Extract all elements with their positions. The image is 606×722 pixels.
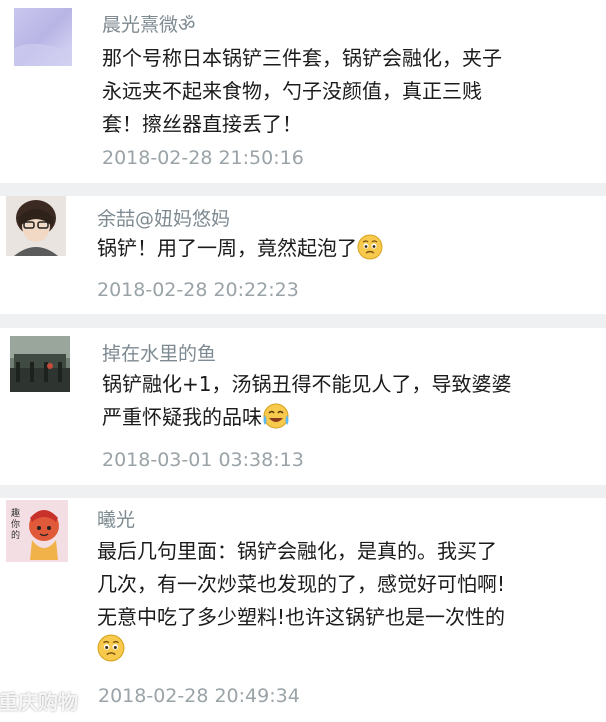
worried-face-emoji-icon <box>97 634 125 672</box>
comment-line: 无意中吃了多少塑料!也许这锅铲也是一次性的 <box>97 605 506 629</box>
comment-timestamp: 2018-02-28 20:49:34 <box>98 685 300 707</box>
avatar-image <box>6 196 66 256</box>
comment-line: 永远夹不起来食物，勺子没颜值，真正三贱 <box>102 79 482 103</box>
comment-card: 趣 你 的 曦光 最后几句里面：锅铲会融化，是真的。我买了 几次，有一次炒菜也发… <box>0 498 606 722</box>
avatar-image: 趣 你 的 <box>6 500 68 562</box>
comment-line: 最后几句里面：锅铲会融化，是真的。我买了 <box>97 539 497 563</box>
separator <box>0 183 606 196</box>
comment-line: 几次，有一次炒菜也发现的了，感觉好可怕啊! <box>97 572 506 596</box>
avatar[interactable]: 趣 你 的 <box>6 500 68 562</box>
comment-card: 余喆@妞妈悠妈 锅铲！用了一周，竟然起泡了 2018-02-28 20:22:2… <box>0 196 606 314</box>
comment-line: 那个号称日本锅铲三件套，锅铲会融化，夹子 <box>102 46 502 70</box>
watermark: 重庆购物 <box>0 690 78 714</box>
comment-line: 锅铲融化+1，汤锅丑得不能见人了，导致婆婆 <box>102 372 512 396</box>
worried-face-emoji-icon <box>357 234 383 270</box>
comment-line <box>97 634 505 672</box>
avatar[interactable] <box>6 196 66 256</box>
comment-username[interactable]: 掉在水里的鱼 <box>102 339 216 366</box>
svg-text:的: 的 <box>11 529 20 541</box>
comment-line: 套！擦丝器直接丢了！ <box>102 112 302 136</box>
separator <box>0 314 606 328</box>
svg-text:趣: 趣 <box>11 507 20 519</box>
separator <box>0 485 606 498</box>
comment-text: 锅铲！用了一周，竟然起泡了 <box>97 232 383 270</box>
avatar-image <box>10 336 70 392</box>
comment-username[interactable]: 晨光熹微ॐ <box>102 10 195 37</box>
avatar[interactable] <box>10 336 70 392</box>
comment-text: 那个号称日本锅铲三件套，锅铲会融化，夹子 永远夹不起来食物，勺子没颜值，真正三贱… <box>102 42 502 141</box>
avatar-image <box>14 8 72 66</box>
comment-card: 晨光熹微ॐ 那个号称日本锅铲三件套，锅铲会融化，夹子 永远夹不起来食物，勺子没颜… <box>0 0 606 183</box>
comment-line-text: 严重怀疑我的品味 <box>102 405 262 429</box>
comment-line: 严重怀疑我的品味 <box>102 401 511 439</box>
comment-username[interactable]: 曦光 <box>97 505 135 532</box>
comment-card: 掉在水里的鱼 锅铲融化+1，汤锅丑得不能见人了，导致婆婆 严重怀疑我的品味 20… <box>0 328 606 485</box>
comment-timestamp: 2018-02-28 21:50:16 <box>102 147 304 169</box>
comment-line: 锅铲！用了一周，竟然起泡了 <box>97 236 357 260</box>
svg-text:你: 你 <box>11 518 20 530</box>
comment-text: 最后几句里面：锅铲会融化，是真的。我买了 几次，有一次炒菜也发现的了，感觉好可怕… <box>97 535 505 672</box>
comment-timestamp: 2018-03-01 03:38:13 <box>102 449 304 471</box>
crying-laughing-emoji-icon <box>262 403 290 439</box>
avatar[interactable] <box>14 8 72 66</box>
comment-username[interactable]: 余喆@妞妈悠妈 <box>97 204 230 231</box>
comment-text: 锅铲融化+1，汤锅丑得不能见人了，导致婆婆 严重怀疑我的品味 <box>102 368 511 439</box>
comment-timestamp: 2018-02-28 20:22:23 <box>97 279 299 301</box>
